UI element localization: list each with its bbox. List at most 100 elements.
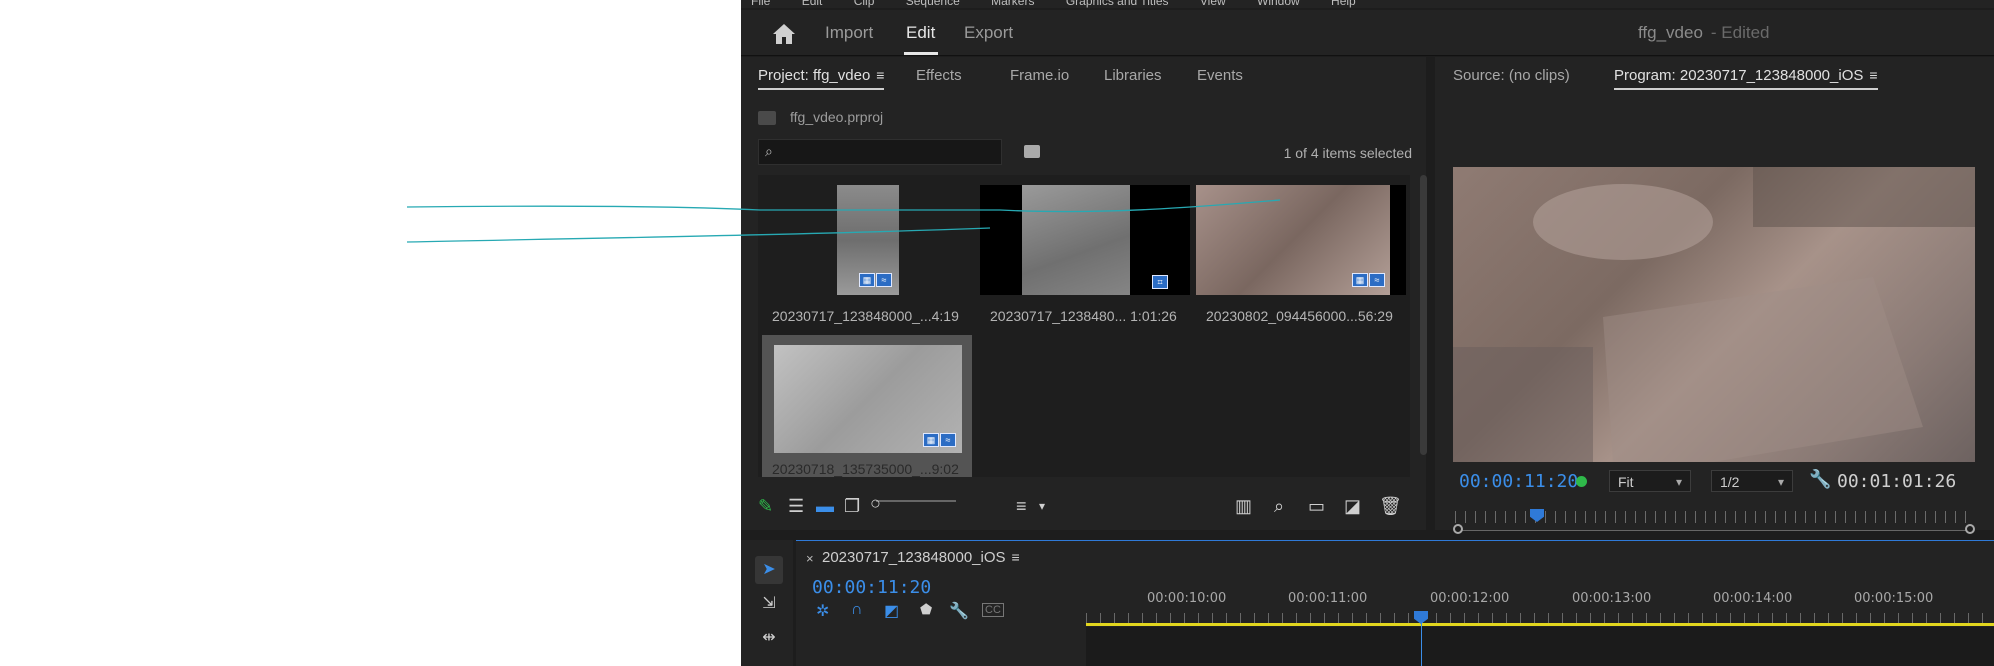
snap-insert-icon[interactable]: ✲ xyxy=(816,601,829,621)
linked-selection-icon[interactable]: ◩ xyxy=(884,601,899,621)
media-grid: ▦ ≈ 20230717_123848000_...4:19 ⌗ 2023071… xyxy=(758,175,1427,477)
tab-effects[interactable]: Effects xyxy=(916,67,962,84)
sequence-badge-icon: ⌗ xyxy=(1152,275,1168,289)
sort-icon[interactable]: ≡ xyxy=(1016,496,1027,517)
clip-name: 20230717_123848000_...4:19 xyxy=(772,308,959,324)
playhead-line xyxy=(1421,623,1422,666)
clip-thumbnail: ⌗ xyxy=(980,185,1190,295)
clip-name: 20230717_1238480... 1:01:26 xyxy=(990,308,1177,324)
captions-icon[interactable]: CC xyxy=(982,603,1004,617)
tab-libraries[interactable]: Libraries xyxy=(1104,67,1162,84)
video-content xyxy=(1453,167,1975,462)
menu-help[interactable]: Help xyxy=(1331,0,1356,8)
zoom-slider[interactable] xyxy=(876,500,956,502)
chevron-down-icon[interactable]: ▾ xyxy=(1039,499,1045,513)
audio-badge-icon: ≈ xyxy=(1369,273,1385,287)
project-file-row: ffg_vdeo.prproj xyxy=(758,109,884,126)
home-icon[interactable] xyxy=(771,22,797,46)
tab-events[interactable]: Events xyxy=(1197,67,1243,84)
new-bin-icon[interactable] xyxy=(1024,145,1040,158)
zoom-start-handle[interactable] xyxy=(1453,524,1463,534)
freeform-view-icon[interactable]: ❐ xyxy=(844,496,860,517)
tab-edit[interactable]: Edit xyxy=(906,23,935,43)
status-dot-icon xyxy=(1576,476,1587,487)
tab-project[interactable]: Project: ffg_vdeo ≡ xyxy=(758,67,885,90)
tab-frameio[interactable]: Frame.io xyxy=(1010,67,1069,84)
search-input[interactable]: ⌕ xyxy=(758,139,1002,165)
panel-menu-icon[interactable]: ≡ xyxy=(876,67,884,83)
timeline-timecode[interactable]: 00:00:11:20 xyxy=(812,577,931,598)
wrench-icon[interactable]: 🔧 xyxy=(949,601,969,621)
menu-file[interactable]: File xyxy=(751,0,770,8)
clip-name: 20230802_094456000...56:29 xyxy=(1206,308,1393,324)
selection-tool-icon[interactable]: ➤ xyxy=(755,556,783,584)
program-video-frame xyxy=(1453,167,1975,462)
fit-select[interactable]: Fit ▾ xyxy=(1609,470,1691,492)
folder-icon xyxy=(758,111,776,126)
premiere-window: File Edit Clip Sequence Markers Graphics… xyxy=(741,0,1994,666)
find-icon[interactable]: ⌕ xyxy=(1274,496,1284,517)
menubar: File Edit Clip Sequence Markers Graphics… xyxy=(741,0,1994,8)
close-icon[interactable]: × xyxy=(806,551,814,566)
timeline-panel: × 20230717_123848000_iOS ≡ 00:00:11:20 ✲ … xyxy=(796,540,1994,666)
resolution-select[interactable]: 1/2 ▾ xyxy=(1711,470,1793,492)
clip-thumbnail: ▦ ≈ xyxy=(762,185,972,295)
list-view-icon[interactable]: ☰ xyxy=(788,496,804,517)
menu-graphics[interactable]: Graphics and Titles xyxy=(1066,0,1169,8)
sequence-tab[interactable]: 20230717_123848000_iOS ≡ xyxy=(822,549,1020,566)
time-label: 00:00:10:00 xyxy=(1147,591,1227,606)
clip-image xyxy=(1022,185,1130,295)
work-area-bar[interactable] xyxy=(1086,623,1994,626)
menu-clip[interactable]: Clip xyxy=(854,0,875,8)
fit-select-value: Fit xyxy=(1618,474,1634,490)
media-clip-3[interactable]: ▦ ≈ 20230802_094456000...56:29 xyxy=(1196,185,1406,325)
project-file-name: ffg_vdeo.prproj xyxy=(790,109,884,125)
tab-program[interactable]: Program: 20230717_123848000_iOS ≡ xyxy=(1614,67,1878,90)
timeline-tracks[interactable] xyxy=(1086,627,1994,666)
media-clip-1[interactable]: ▦ ≈ 20230717_123848000_...4:19 xyxy=(762,185,972,325)
zoom-end-handle[interactable] xyxy=(1965,524,1975,534)
menu-window[interactable]: Window xyxy=(1257,0,1300,8)
program-zoom-bar[interactable] xyxy=(1453,524,1975,534)
ripple-edit-tool-icon[interactable]: ⇹ xyxy=(755,624,783,652)
program-current-timecode[interactable]: 00:00:11:20 xyxy=(1459,471,1578,492)
track-select-tool-icon[interactable]: ⇲ xyxy=(755,590,783,618)
time-label: 00:00:12:00 xyxy=(1430,591,1510,606)
trash-icon[interactable]: 🗑 xyxy=(1379,496,1402,517)
panel-menu-icon[interactable]: ≡ xyxy=(1012,549,1020,565)
grid-scrollbar[interactable] xyxy=(1420,175,1427,455)
menu-edit[interactable]: Edit xyxy=(802,0,823,8)
project-panel: Project: ffg_vdeo ≡ Effects Frame.io Libr… xyxy=(741,57,1427,530)
pencil-icon[interactable]: ✎ xyxy=(758,496,773,517)
zoom-slider-knob[interactable]: ○ xyxy=(870,493,881,514)
active-tab-underline xyxy=(904,52,938,55)
time-label: 00:00:14:00 xyxy=(1713,591,1793,606)
video-badge-icon: ▦ xyxy=(859,273,875,287)
icon-view-icon[interactable]: ▬ xyxy=(816,496,834,517)
marker-icon[interactable]: ⬟ xyxy=(920,601,932,618)
resolution-select-value: 1/2 xyxy=(1720,474,1740,490)
tab-source[interactable]: Source: (no clips) xyxy=(1453,67,1570,84)
wrench-icon[interactable]: 🔧 xyxy=(1809,469,1831,490)
audio-badge-icon: ≈ xyxy=(940,433,956,447)
new-item-icon[interactable]: ◪ xyxy=(1344,496,1361,517)
workspace-header: Import Edit Export ffg_vdeo - Edited xyxy=(741,10,1994,56)
media-clip-2[interactable]: ⌗ 20230717_1238480... 1:01:26 xyxy=(980,185,1190,325)
media-clip-4-selected[interactable]: ▦ ≈ 20230718_135735000_...9:02 xyxy=(762,335,972,477)
menu-view[interactable]: View xyxy=(1200,0,1226,8)
tab-import[interactable]: Import xyxy=(825,23,873,43)
automate-to-sequence-icon[interactable]: ▥ xyxy=(1235,496,1252,517)
new-bin-button-icon[interactable]: ▭ xyxy=(1308,496,1325,517)
search-icon: ⌕ xyxy=(765,143,773,159)
timeline-ruler[interactable] xyxy=(1086,613,1994,623)
tab-project-label: Project: ffg_vdeo xyxy=(758,67,871,84)
menu-markers[interactable]: Markers xyxy=(991,0,1034,8)
menu-sequence[interactable]: Sequence xyxy=(906,0,960,8)
project-title: ffg_vdeo - Edited xyxy=(1638,23,1770,43)
video-badge-icon: ▦ xyxy=(1352,273,1368,287)
project-toolbar: ✎ ☰ ▬ ❐ ○ ≡ ▾ ▥ ⌕ ▭ ◪ 🗑 xyxy=(741,487,1426,527)
magnet-icon[interactable]: ∩ xyxy=(851,601,863,619)
chevron-down-icon: ▾ xyxy=(1675,475,1682,489)
tab-export[interactable]: Export xyxy=(964,23,1013,43)
panel-menu-icon[interactable]: ≡ xyxy=(1869,67,1877,83)
